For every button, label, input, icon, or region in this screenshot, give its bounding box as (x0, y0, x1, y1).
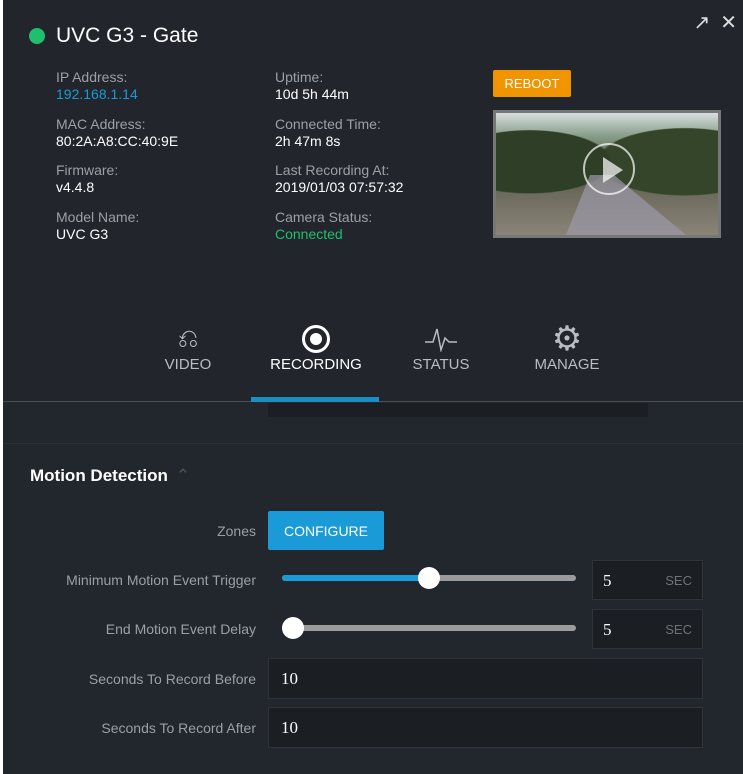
tab-label: MANAGE (534, 356, 600, 373)
min-trigger-input[interactable]: 5 SEC (592, 560, 703, 600)
play-icon[interactable] (583, 143, 635, 195)
reboot-button[interactable]: REBOOT (493, 70, 571, 97)
min-trigger-value: 5 (603, 571, 612, 590)
mac-label: MAC Address: (56, 116, 146, 132)
camera-icon: ⎌ (177, 323, 199, 353)
tab-label: RECORDING (270, 356, 362, 373)
min-trigger-label: Minimum Motion Event Trigger (66, 572, 256, 588)
pulse-icon (406, 322, 476, 356)
camera-title: UVC G3 - Gate (29, 24, 198, 48)
mac-value: 80:2A:A8:CC:40:9E (56, 133, 179, 149)
ip-label: IP Address: (56, 69, 128, 85)
last-recording-value: 2019/01/03 07:57:32 (275, 179, 404, 195)
model-label: Model Name: (56, 209, 140, 225)
record-after-label: Seconds To Record After (101, 720, 256, 736)
connected-value: 2h 47m 8s (275, 133, 341, 149)
unit-label: SEC (665, 622, 692, 637)
scrolled-field[interactable] (268, 403, 648, 417)
connected-label: Connected Time: (275, 116, 381, 132)
tab-label: VIDEO (164, 356, 212, 373)
record-icon (261, 322, 371, 356)
model-value: UVC G3 (56, 226, 109, 242)
record-after-input[interactable]: 10 (268, 707, 703, 748)
camera-details-panel: UVC G3 - Gate ↗ ✕ IP Address: 192.168.1.14… (3, 0, 743, 774)
popout-icon[interactable]: ↗ (693, 10, 710, 35)
tab-manage[interactable]: ⚙ MANAGE (526, 320, 608, 373)
zones-label: Zones (217, 523, 256, 539)
record-before-input[interactable]: 10 (268, 658, 703, 699)
min-trigger-slider[interactable] (282, 567, 576, 589)
camera-status-value: Connected (275, 226, 343, 242)
firmware-value: v4.4.8 (56, 179, 95, 195)
tab-recording[interactable]: RECORDING (261, 322, 371, 373)
chevron-up-icon[interactable]: ⌃ (176, 466, 190, 485)
slider-handle[interactable] (418, 567, 440, 589)
slider-handle[interactable] (282, 617, 304, 639)
motion-detection-header[interactable]: Motion Detection ⌃ (30, 466, 190, 486)
section-title: Motion Detection (30, 466, 168, 485)
gear-icon: ⚙ (551, 320, 583, 358)
uptime-label: Uptime: (275, 69, 324, 85)
active-tab-indicator (251, 397, 379, 402)
status-dot-icon (29, 28, 45, 44)
close-icon[interactable]: ✕ (720, 10, 737, 35)
record-before-label: Seconds To Record Before (88, 671, 256, 687)
unit-label: SEC (665, 573, 692, 588)
firmware-label: Firmware: (56, 162, 119, 178)
end-delay-slider[interactable] (282, 617, 576, 639)
uptime-value: 10d 5h 44m (275, 86, 349, 102)
camera-header: UVC G3 - Gate ↗ ✕ IP Address: 192.168.1.14… (3, 0, 743, 402)
tab-bar: ⎌ VIDEO RECORDING STATUS ⚙ MANAGE (3, 320, 743, 402)
camera-preview[interactable] (493, 110, 721, 238)
tab-status[interactable]: STATUS (406, 322, 476, 373)
divider (3, 443, 743, 444)
ip-value[interactable]: 192.168.1.14 (56, 86, 138, 103)
end-delay-label: End Motion Event Delay (105, 621, 256, 637)
end-delay-input[interactable]: 5 SEC (592, 609, 703, 649)
tab-label: STATUS (412, 356, 470, 373)
end-delay-value: 5 (603, 620, 612, 639)
configure-button[interactable]: CONFIGURE (268, 511, 384, 550)
camera-name: UVC G3 - Gate (56, 24, 199, 47)
tab-video[interactable]: ⎌ VIDEO (153, 322, 223, 373)
camera-status-label: Camera Status: (275, 209, 373, 225)
last-recording-label: Last Recording At: (275, 162, 390, 178)
